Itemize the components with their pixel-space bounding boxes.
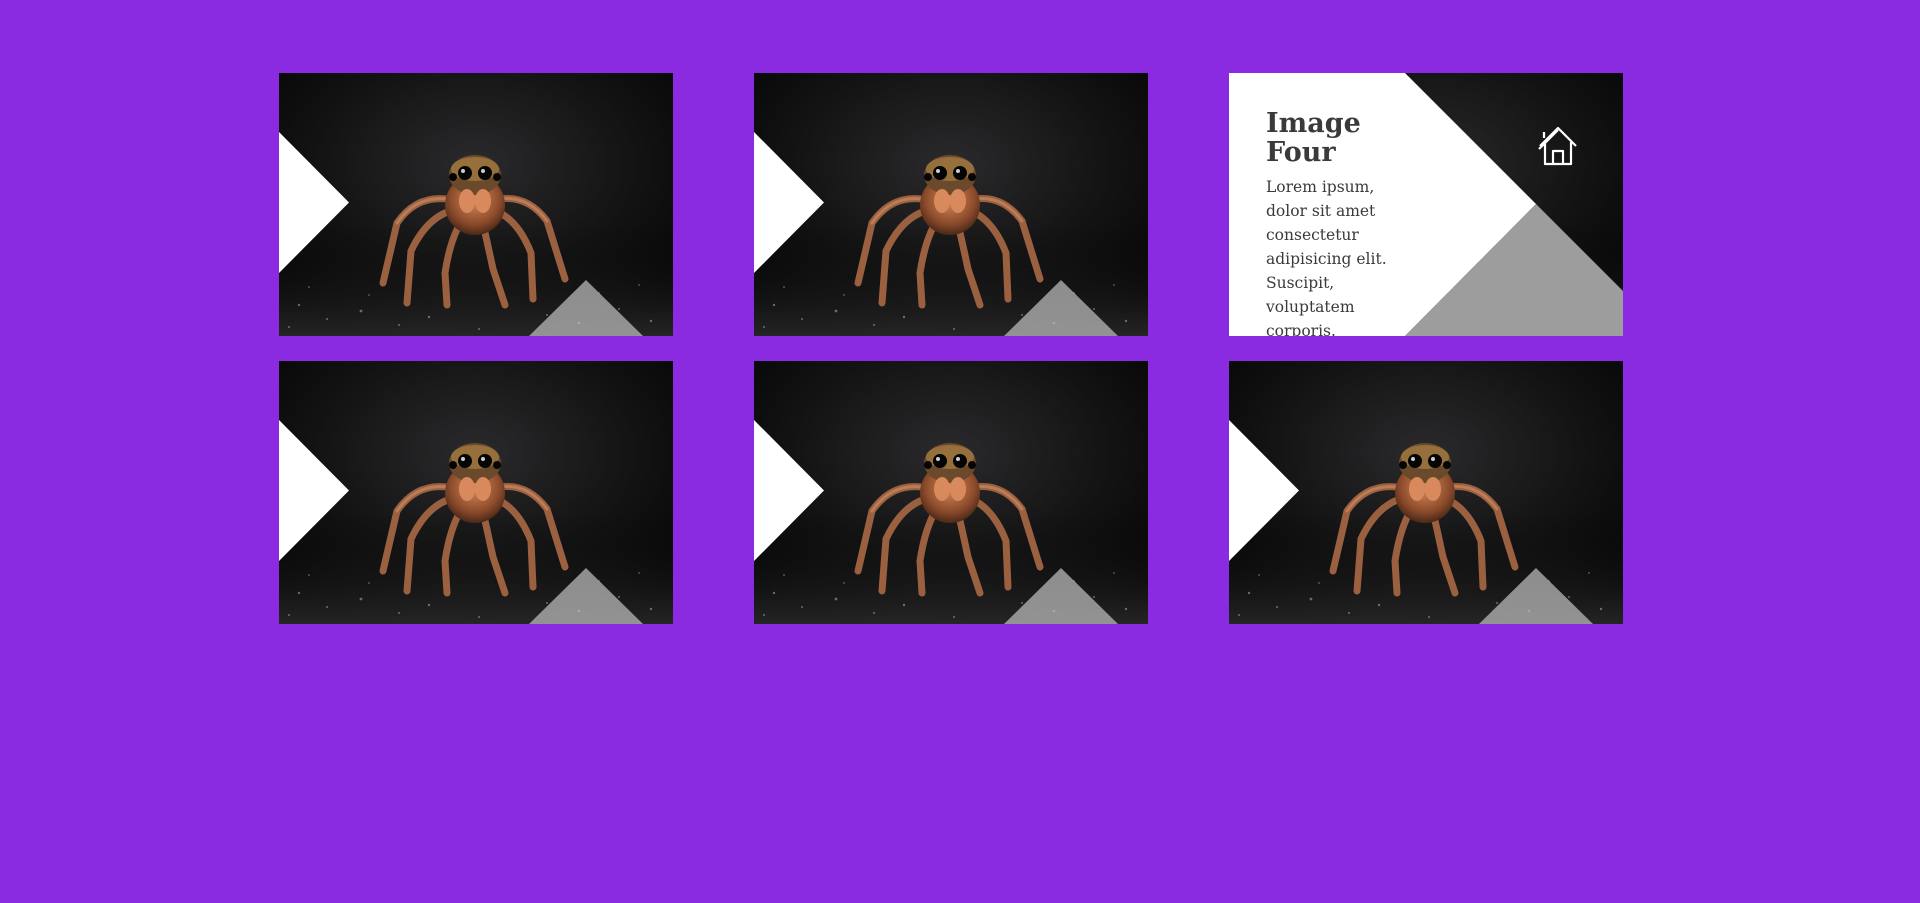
image-grid: Image Four Lorem ipsum, dolor sit amet c… [279, 73, 1624, 624]
image-card-1[interactable] [279, 73, 673, 336]
card-caption: Image Four Lorem ipsum, dolor sit amet c… [1266, 109, 1416, 336]
image-card-3[interactable]: Image Four Lorem ipsum, dolor sit amet c… [1229, 73, 1623, 336]
card-title: Image Four [1266, 108, 1361, 168]
image-card-4[interactable] [279, 361, 673, 624]
image-card-2[interactable] [754, 73, 1148, 336]
home-icon[interactable] [1536, 124, 1580, 168]
image-card-5[interactable] [754, 361, 1148, 624]
card-description: Lorem ipsum, dolor sit amet consectetur … [1266, 178, 1387, 336]
image-card-6[interactable] [1229, 361, 1623, 624]
